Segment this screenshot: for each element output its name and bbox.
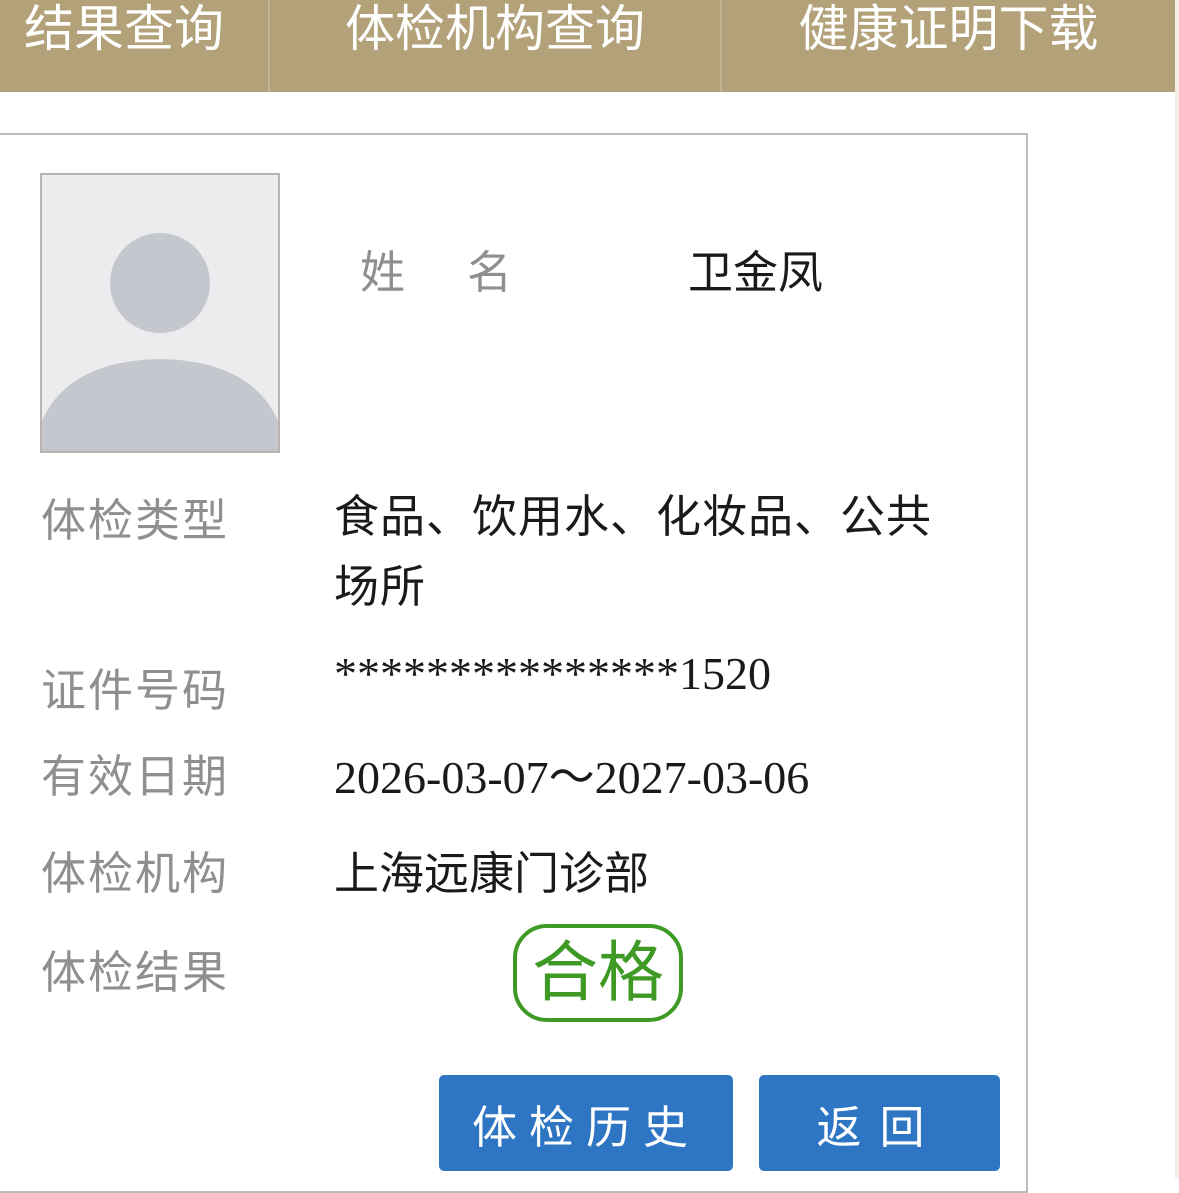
tab-institution-query-label: 体检机构查询 <box>345 0 645 58</box>
name-value: 卫金凤 <box>688 246 824 299</box>
id-number-value: ***************1520 <box>334 648 771 699</box>
exam-result-label: 体检结果 <box>41 946 230 999</box>
exam-institution-value: 上海远康门诊部 <box>334 847 650 900</box>
result-stamp: 合格 <box>513 924 683 1022</box>
tab-result-query-label: 结果查询 <box>24 0 224 58</box>
exam-institution-label: 体检机构 <box>41 847 230 900</box>
top-nav-bar: 结果查询 体检机构查询 健康证明下载 <box>0 0 1175 92</box>
id-photo <box>40 173 280 453</box>
name-label: 姓名 <box>360 246 575 299</box>
tab-certificate-download[interactable]: 健康证明下载 <box>722 0 1175 92</box>
result-stamp-text: 合格 <box>532 934 664 1011</box>
tab-certificate-download-label: 健康证明下载 <box>798 0 1099 58</box>
page-edge-divider <box>1175 0 1179 1179</box>
exam-type-label: 体检类型 <box>41 494 230 547</box>
valid-period-value: 2026-03-07～2027-03-06 <box>334 752 810 803</box>
avatar-placeholder-icon <box>42 175 278 451</box>
tab-result-query[interactable]: 结果查询 <box>0 0 270 92</box>
tab-institution-query[interactable]: 体检机构查询 <box>270 0 722 92</box>
back-button[interactable]: 返回 <box>759 1075 1000 1171</box>
exam-history-button[interactable]: 体检历史 <box>439 1075 733 1171</box>
exam-type-value: 食品、饮用水、化妆品、公共场所 <box>334 490 933 613</box>
valid-period-label: 有效日期 <box>41 750 230 803</box>
id-number-label: 证件号码 <box>41 664 230 717</box>
